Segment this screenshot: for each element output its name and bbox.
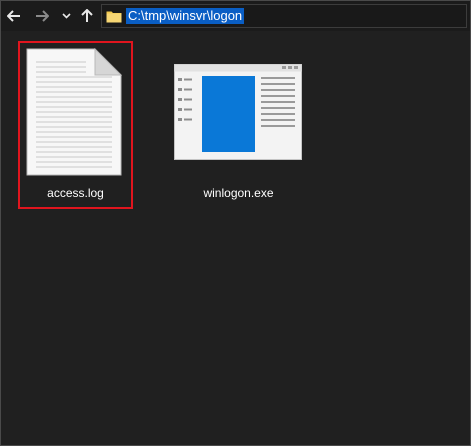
arrow-left-icon bbox=[7, 10, 20, 22]
navigation-bar: C:\tmp\winsvr\logon bbox=[1, 1, 470, 31]
file-item-access-log[interactable]: access.log bbox=[18, 41, 133, 209]
file-name-label: winlogon.exe bbox=[203, 186, 274, 200]
recent-locations-button[interactable] bbox=[59, 5, 73, 27]
file-name-label: access.log bbox=[47, 186, 104, 200]
arrow-up-icon bbox=[81, 9, 93, 22]
forward-button[interactable] bbox=[33, 5, 51, 27]
address-bar[interactable]: C:\tmp\winsvr\logon bbox=[101, 4, 467, 28]
folder-icon bbox=[106, 9, 122, 23]
document-icon bbox=[26, 48, 122, 176]
address-path-text[interactable]: C:\tmp\winsvr\logon bbox=[126, 8, 245, 24]
file-explorer-window: C:\tmp\winsvr\logon access.log winlogon.… bbox=[0, 0, 471, 446]
file-item-winlogon-exe[interactable]: winlogon.exe bbox=[181, 41, 296, 209]
back-button[interactable] bbox=[5, 5, 23, 27]
arrow-right-icon bbox=[36, 10, 49, 22]
up-button[interactable] bbox=[79, 5, 95, 27]
chevron-down-icon bbox=[61, 13, 71, 19]
